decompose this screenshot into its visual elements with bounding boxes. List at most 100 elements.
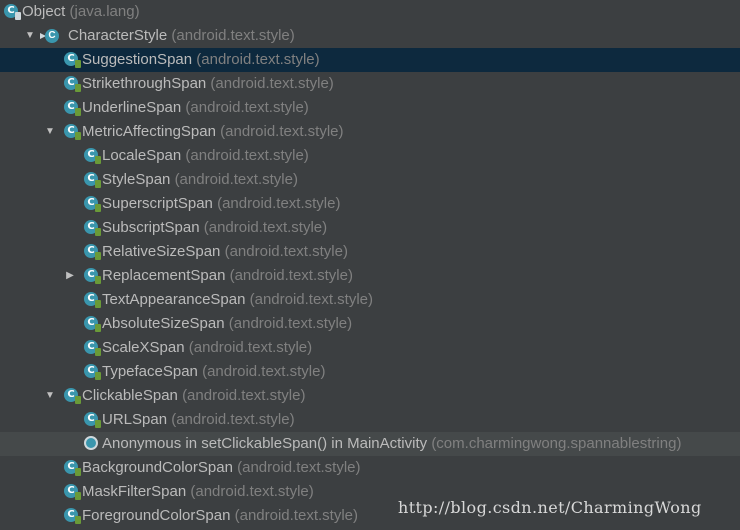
class-name: LocaleSpan: [102, 147, 182, 164]
tree-row[interactable]: C URLSpan (android.text.style): [0, 408, 740, 432]
package-name: (android.text.style): [174, 171, 298, 188]
class-icon: C: [84, 316, 101, 332]
class-name-label: SubscriptSpan (android.text.style): [102, 216, 327, 240]
class-name: StrikethroughSpan: [82, 75, 207, 92]
class-name: StyleSpan: [102, 171, 171, 188]
tree-row[interactable]: C AbsoluteSizeSpan (android.text.style): [0, 312, 740, 336]
abstract-class-icon: C: [40, 24, 59, 48]
class-icon: C: [64, 52, 81, 68]
expand-arrow-icon[interactable]: ▼: [44, 384, 56, 408]
package-name: (android.text.style): [190, 483, 314, 500]
class-name-label: ReplacementSpan (android.text.style): [102, 264, 353, 288]
anonymous-class-icon: [84, 436, 100, 452]
class-name: SuggestionSpan: [82, 51, 193, 68]
tree-row[interactable]: C RelativeSizeSpan (android.text.style): [0, 240, 740, 264]
class-name-label: ClickableSpan (android.text.style): [82, 384, 305, 408]
class-name-label: SuperscriptSpan (android.text.style): [102, 192, 340, 216]
package-name: (android.text.style): [210, 75, 334, 92]
class-name: SubscriptSpan: [102, 219, 200, 236]
tree-row[interactable]: C SuggestionSpan (android.text.style): [0, 48, 740, 72]
package-name: (android.text.style): [224, 243, 348, 260]
package-name: (android.text.style): [171, 27, 295, 44]
class-name-label: MaskFilterSpan (android.text.style): [82, 480, 314, 504]
class-name-label: RelativeSizeSpan (android.text.style): [102, 240, 348, 264]
package-name: (android.text.style): [234, 507, 358, 524]
class-name-label: TextAppearanceSpan (android.text.style): [102, 288, 373, 312]
class-icon: C: [84, 292, 101, 308]
collapse-arrow-icon[interactable]: ▶: [64, 264, 76, 288]
class-name-label: StyleSpan (android.text.style): [102, 168, 298, 192]
class-icon: C: [84, 196, 101, 212]
class-name-label: StrikethroughSpan (android.text.style): [82, 72, 334, 96]
class-name-label: URLSpan (android.text.style): [102, 408, 295, 432]
class-name-label: SuggestionSpan (android.text.style): [82, 48, 320, 72]
tree-row[interactable]: C StrikethroughSpan (android.text.style): [0, 72, 740, 96]
class-name-label: Object (java.lang): [22, 0, 140, 24]
package-name: (android.text.style): [237, 459, 361, 476]
class-icon: C: [64, 76, 81, 92]
tree-row[interactable]: ▶ C ReplacementSpan (android.text.style): [0, 264, 740, 288]
package-name: (android.text.style): [220, 123, 344, 140]
class-icon: C: [64, 508, 81, 524]
class-name: UnderlineSpan: [82, 99, 182, 116]
class-icon: C: [64, 124, 81, 140]
package-name: (android.text.style): [171, 411, 295, 428]
package-name: (android.text.style): [228, 315, 353, 332]
tree-row[interactable]: C StyleSpan (android.text.style): [0, 168, 740, 192]
tree-row[interactable]: C SubscriptSpan (android.text.style): [0, 216, 740, 240]
class-icon: C: [84, 244, 101, 260]
tree-row[interactable]: C TypefaceSpan (android.text.style): [0, 360, 740, 384]
type-hierarchy-tree: C Object (java.lang) ▼ C CharacterStyle (and…: [0, 0, 740, 528]
tree-row[interactable]: C SuperscriptSpan (android.text.style): [0, 192, 740, 216]
package-name: (android.text.style): [196, 51, 320, 68]
watermark: http://blog.csdn.net/CharmingWong: [398, 498, 702, 517]
class-icon: C: [84, 220, 101, 236]
class-name: ForegroundColorSpan: [82, 507, 231, 524]
tree-row[interactable]: Anonymous in setClickableSpan() in MainA…: [0, 432, 740, 456]
class-name: ClickableSpan: [82, 387, 178, 404]
package-name: (android.text.style): [249, 291, 373, 308]
class-name-label: ScaleXSpan (android.text.style): [102, 336, 312, 360]
class-name-label: BackgroundColorSpan (android.text.style): [82, 456, 361, 480]
class-icon: C: [64, 460, 81, 476]
expand-arrow-icon[interactable]: ▼: [24, 24, 36, 48]
tree-row[interactable]: C UnderlineSpan (android.text.style): [0, 96, 740, 120]
tree-row[interactable]: ▼ C MetricAffectingSpan (android.text.styl…: [0, 120, 740, 144]
class-icon: C: [64, 484, 81, 500]
class-name-label: TypefaceSpan (android.text.style): [102, 360, 325, 384]
tree-row[interactable]: ▼ C ClickableSpan (android.text.style): [0, 384, 740, 408]
expand-arrow-icon[interactable]: ▼: [44, 120, 56, 144]
class-name: TypefaceSpan: [102, 363, 198, 380]
class-name: CharacterStyle: [68, 27, 168, 44]
class-icon: C: [84, 268, 101, 284]
package-name: (android.text.style): [185, 99, 309, 116]
tree-row[interactable]: C BackgroundColorSpan (android.text.style…: [0, 456, 740, 480]
package-name: (com.charmingwong.spannablestring): [431, 435, 682, 452]
package-name: (android.text.style): [229, 267, 353, 284]
class-icon: C: [84, 172, 101, 188]
class-name: Object: [22, 3, 66, 20]
package-name: (android.text.style): [182, 387, 306, 404]
class-name-label: CharacterStyle (android.text.style): [68, 24, 295, 48]
tree-row[interactable]: ▼ C CharacterStyle (android.text.style): [0, 24, 740, 48]
class-name: ReplacementSpan: [102, 267, 226, 284]
class-icon: C: [4, 4, 21, 20]
tree-row[interactable]: C LocaleSpan (android.text.style): [0, 144, 740, 168]
class-icon: C: [84, 340, 101, 356]
class-name: Anonymous in setClickableSpan() in MainA…: [102, 435, 428, 452]
package-name: (java.lang): [69, 3, 140, 20]
tree-row[interactable]: C ScaleXSpan (android.text.style): [0, 336, 740, 360]
class-name-label: ForegroundColorSpan (android.text.style): [82, 504, 358, 528]
class-icon: C: [64, 388, 81, 404]
tree-row[interactable]: C Object (java.lang): [0, 0, 740, 24]
package-name: (android.text.style): [185, 147, 309, 164]
class-name-label: AbsoluteSizeSpan (android.text.style): [102, 312, 352, 336]
class-name-label: UnderlineSpan (android.text.style): [82, 96, 309, 120]
class-icon: C: [84, 148, 101, 164]
class-name: AbsoluteSizeSpan: [102, 315, 225, 332]
package-name: (android.text.style): [217, 195, 341, 212]
package-name: (android.text.style): [202, 363, 326, 380]
package-name: (android.text.style): [188, 339, 313, 356]
tree-row[interactable]: C TextAppearanceSpan (android.text.style): [0, 288, 740, 312]
class-icon: C: [64, 100, 81, 116]
